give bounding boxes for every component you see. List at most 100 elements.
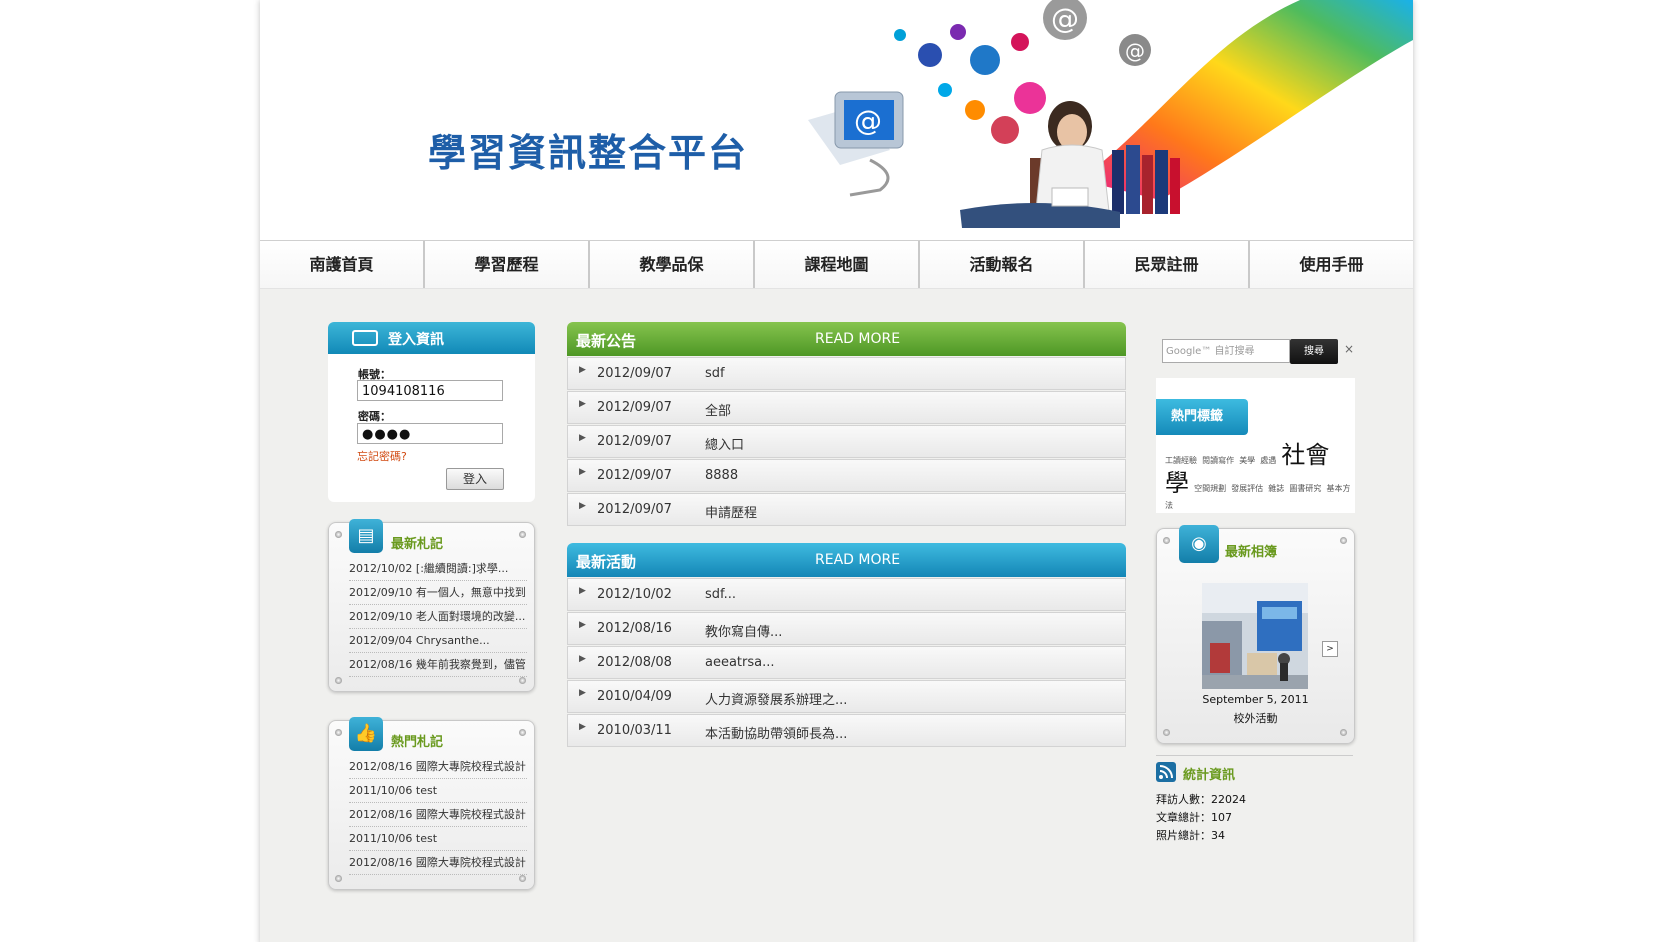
activity-title: 人力資源發展系辦理之... [705, 693, 848, 708]
list-item[interactable]: 2011/10/06 test [349, 827, 527, 851]
tag-link[interactable]: 工讀經驗 [1165, 456, 1197, 465]
nav-item-home[interactable]: 南護首頁 [260, 241, 425, 288]
activity-row[interactable]: ▶ 2010/03/11 本活動協助帶領師長為... [567, 714, 1126, 747]
activity-date: 2010/04/09 [597, 689, 672, 704]
login-button[interactable]: 登入 [446, 468, 504, 490]
next-arrow-button[interactable]: > [1322, 641, 1338, 657]
hot-tags-panel: 熱門標籤 工讀經驗 閱讀寫作 美學 處遇 社會學 空間規劃 發展評估 雜誌 圖書… [1156, 378, 1355, 513]
activity-date: 2012/08/08 [597, 655, 672, 670]
album-date: September 5, 2011 [1202, 693, 1309, 706]
announcements-title: 最新公告 [576, 332, 637, 350]
nav-item-teaching-quality[interactable]: 教學品保 [590, 241, 755, 288]
announcement-row[interactable]: ▶ 2012/09/07 總入口 [567, 425, 1126, 458]
nav-item-course-map[interactable]: 課程地圖 [755, 241, 920, 288]
announcement-date: 2012/09/07 [597, 400, 672, 415]
password-field[interactable]: ●●●● [357, 423, 503, 444]
activities-title: 最新活動 [576, 553, 637, 571]
activities-header: 最新活動 READ MORE [567, 543, 1126, 577]
caret-right-icon: ▶ [579, 467, 586, 477]
caret-right-icon: ▶ [579, 365, 586, 375]
login-header: 登入資訊 [328, 322, 535, 354]
list-item[interactable]: 2012/08/16 國際大專院校程式設計 [349, 803, 527, 827]
login-header-title: 登入資訊 [388, 332, 444, 348]
caret-right-icon: ▶ [579, 654, 586, 664]
password-label: 密碼： [358, 410, 391, 423]
list-item[interactable]: 2012/08/16 國際大專院校程式設計 [349, 755, 527, 779]
announcement-row[interactable]: ▶ 2012/09/07 申請歷程 [567, 493, 1126, 526]
screw-icon [335, 875, 342, 882]
activity-row[interactable]: ▶ 2012/10/02 sdf... [567, 578, 1126, 611]
caret-right-icon: ▶ [579, 501, 586, 511]
screw-icon [335, 729, 342, 736]
screw-icon [335, 677, 342, 684]
screw-icon [519, 677, 526, 684]
site-title: 學習資訊整合平台 [428, 131, 749, 175]
account-field[interactable]: 1094108116 [357, 380, 503, 401]
tag-link[interactable]: 發展評估 [1231, 484, 1263, 493]
screw-icon [519, 875, 526, 882]
latest-album-title: 最新相簿 [1225, 545, 1278, 560]
tag-link[interactable]: 美學 [1239, 456, 1255, 465]
tag-link[interactable]: 雜誌 [1268, 484, 1284, 493]
screw-icon [1163, 537, 1170, 544]
announcement-date: 2012/09/07 [597, 502, 672, 517]
announcement-row[interactable]: ▶ 2012/09/07 8888 [567, 459, 1126, 492]
nav-item-user-manual[interactable]: 使用手冊 [1250, 241, 1413, 288]
tag-link[interactable]: 圖書研究 [1289, 484, 1321, 493]
list-item[interactable]: 2012/09/04 Chrysanthe... [349, 629, 527, 653]
list-item[interactable]: 2012/10/02 [:繼續閱讀:]求學... [349, 557, 527, 581]
close-icon[interactable]: × [1344, 342, 1354, 356]
rss-icon [1156, 762, 1176, 782]
screw-icon [519, 729, 526, 736]
banner-illustration: @ @ @ [808, 0, 1413, 228]
svg-text:@: @ [854, 104, 882, 137]
activity-date: 2010/03/11 [597, 723, 672, 738]
visitor-count: 拜訪人數：22024 [1156, 793, 1246, 806]
article-count: 文章總計：107 [1156, 811, 1232, 824]
announcement-date: 2012/09/07 [597, 468, 672, 483]
screw-icon [1340, 729, 1347, 736]
album-photo[interactable] [1202, 583, 1308, 689]
header: 學習資訊整合平台 @ @ @ [260, 0, 1413, 240]
search-input[interactable]: Google™ 自訂搜尋 [1162, 339, 1290, 363]
announcement-title: sdf [705, 366, 725, 381]
camera-icon: ◉ [1179, 525, 1219, 563]
announcement-title: 總入口 [705, 438, 745, 453]
search-button[interactable]: 搜尋 [1290, 339, 1338, 364]
tag-cloud: 工讀經驗 閱讀寫作 美學 處遇 社會學 空間規劃 發展評估 雜誌 圖書研究 基本… [1165, 441, 1353, 512]
nav-item-learning-history[interactable]: 學習歷程 [425, 241, 590, 288]
list-item[interactable]: 2012/08/16 國際大專院校程式設計 [349, 851, 527, 875]
activity-date: 2012/08/16 [597, 621, 672, 636]
activity-row[interactable]: ▶ 2010/04/09 人力資源發展系辦理之... [567, 680, 1126, 713]
announcement-row[interactable]: ▶ 2012/09/07 全部 [567, 391, 1126, 424]
list-item[interactable]: 2011/10/06 test [349, 779, 527, 803]
tag-link[interactable]: 空間規劃 [1194, 484, 1226, 493]
nav-item-event-signup[interactable]: 活動報名 [920, 241, 1085, 288]
list-item[interactable]: 2012/08/16 幾年前我察覺到，儘管... [349, 653, 527, 677]
caret-right-icon: ▶ [579, 722, 586, 732]
activity-title: sdf... [705, 587, 737, 602]
tag-link[interactable]: 處遇 [1260, 456, 1276, 465]
forgot-password-link[interactable]: 忘記密碼? [357, 448, 407, 464]
screw-icon [1163, 729, 1170, 736]
nav-item-public-register[interactable]: 民眾註冊 [1085, 241, 1250, 288]
caret-right-icon: ▶ [579, 688, 586, 698]
announcements-read-more-link[interactable]: READ MORE [815, 331, 900, 347]
activity-row[interactable]: ▶ 2012/08/16 教你寫自傳... [567, 612, 1126, 645]
latest-notes-panel: ▤ 最新札記 2012/10/02 [:繼續閱讀:]求學... 2012/09/… [328, 519, 535, 692]
announcement-date: 2012/09/07 [597, 434, 672, 449]
notebook-icon: ▤ [349, 519, 383, 553]
caret-right-icon: ▶ [579, 620, 586, 630]
list-item[interactable]: 2012/09/10 老人面對環境的改變... [349, 605, 527, 629]
activities-read-more-link[interactable]: READ MORE [815, 552, 900, 568]
list-item[interactable]: 2012/09/10 有一個人，無意中找到... [349, 581, 527, 605]
site-container: 學習資訊整合平台 @ @ @ 南護首頁 學習歷程 教學品保 課程地圖 活動報名 … [260, 0, 1413, 942]
announcement-row[interactable]: ▶ 2012/09/07 sdf [567, 357, 1126, 390]
activity-row[interactable]: ▶ 2012/08/08 aeeatrsa... [567, 646, 1126, 679]
album-caption[interactable]: 校外活動 [1157, 710, 1354, 726]
announcements-header: 最新公告 READ MORE [567, 322, 1126, 356]
latest-notes-list: 2012/10/02 [:繼續閱讀:]求學... 2012/09/10 有一個人… [349, 557, 527, 677]
tag-link[interactable]: 閱讀寫作 [1202, 456, 1234, 465]
latest-album-panel: ◉ 最新相簿 > September 5, 2011 校外活動 [1156, 525, 1355, 744]
latest-notes-title: 最新札記 [391, 537, 444, 552]
